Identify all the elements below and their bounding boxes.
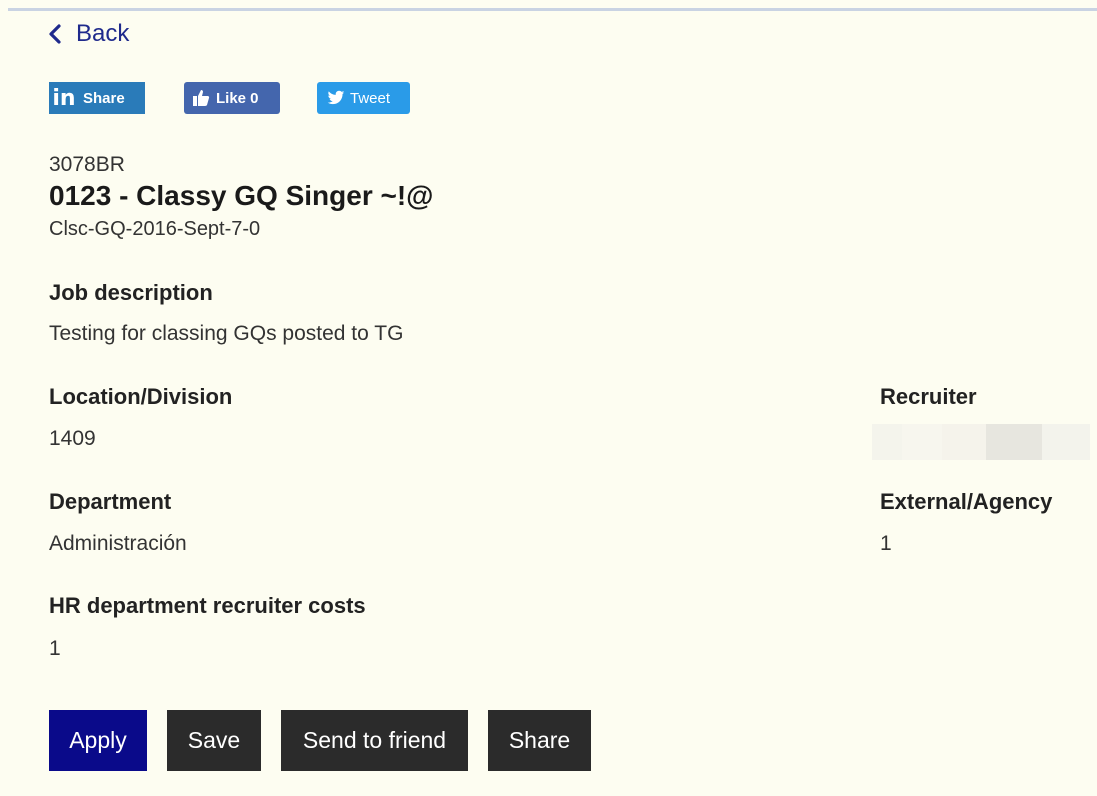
twitter-bird-icon [327, 90, 345, 105]
back-label: Back [76, 20, 130, 47]
share-button[interactable]: Share [488, 710, 591, 771]
job-code: 3078BR [49, 153, 125, 176]
job-description-value: Testing for classing GQs posted to TG [49, 322, 404, 345]
linkedin-icon: in [52, 85, 76, 111]
external-agency-value: 1 [880, 532, 892, 555]
recruiter-label: Recruiter [880, 384, 977, 409]
linkedin-share-button[interactable]: in Share [49, 82, 145, 114]
job-title: 0123 - Classy GQ Singer ~!@ [49, 180, 434, 211]
job-details-page: Back in Share Like 0 Tweet 3078BR 0123 -… [0, 0, 1097, 796]
location-division-label: Location/Division [49, 384, 233, 409]
top-divider [8, 8, 1097, 11]
job-reference: Clsc-GQ-2016-Sept-7-0 [49, 218, 261, 240]
job-description-label: Job description [49, 280, 213, 305]
save-button[interactable]: Save [167, 710, 261, 771]
apply-button[interactable]: Apply [49, 710, 147, 771]
facebook-like-label: Like 0 [216, 89, 259, 107]
thumbs-up-icon [193, 90, 210, 106]
back-link[interactable]: Back [48, 20, 129, 48]
chevron-left-icon [49, 24, 61, 44]
hr-costs-label: HR department recruiter costs [49, 593, 366, 618]
twitter-tweet-button[interactable]: Tweet [317, 82, 410, 114]
linkedin-share-label: Share [83, 89, 125, 107]
location-division-value: 1409 [49, 427, 96, 450]
hr-costs-value: 1 [49, 637, 61, 660]
recruiter-value-redacted [872, 424, 1090, 460]
external-agency-label: External/Agency [880, 489, 1053, 514]
twitter-tweet-label: Tweet [350, 89, 391, 107]
facebook-like-button[interactable]: Like 0 [184, 82, 280, 114]
send-to-friend-button[interactable]: Send to friend [281, 710, 468, 771]
department-value: Administración [49, 532, 187, 555]
department-label: Department [49, 489, 172, 514]
